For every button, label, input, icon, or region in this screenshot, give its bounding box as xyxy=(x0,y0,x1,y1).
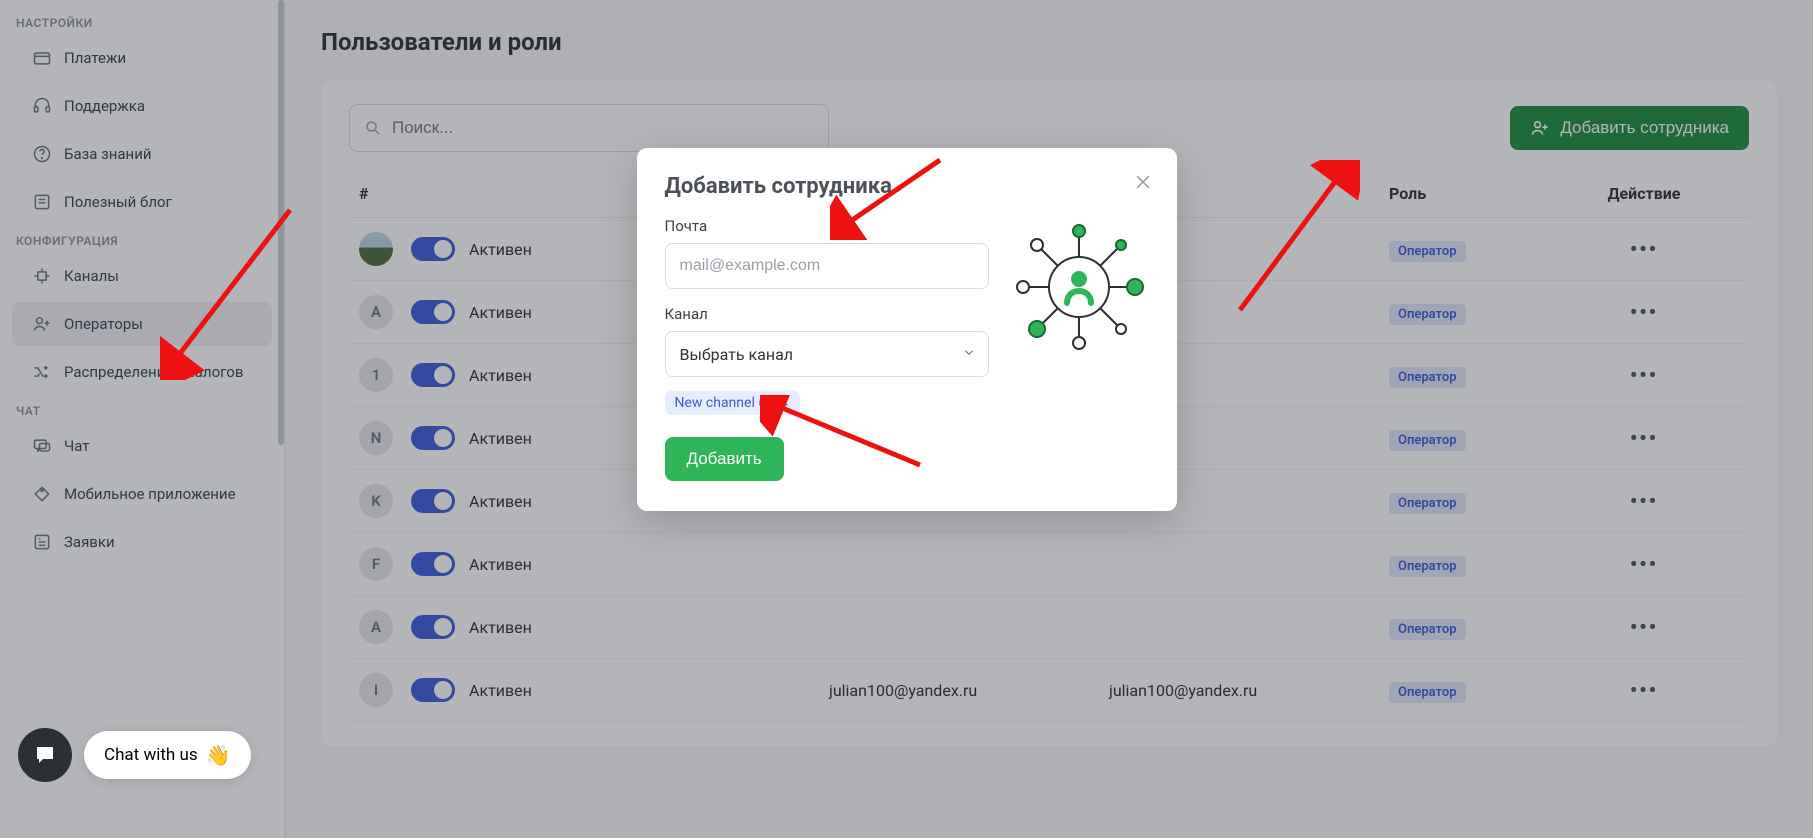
email-field[interactable] xyxy=(665,243,989,289)
chat-widget: Chat with us 👋 xyxy=(18,728,251,782)
wave-emoji-icon: 👋 xyxy=(206,743,231,767)
chat-bubble-icon xyxy=(33,743,57,767)
annotation-arrow xyxy=(1230,160,1360,320)
chevron-down-icon xyxy=(962,345,976,364)
channel-chip-label: New channel (-) xyxy=(675,395,772,411)
submit-button[interactable]: Добавить xyxy=(665,437,784,481)
chat-launcher-button[interactable] xyxy=(18,728,72,782)
annotation-arrow xyxy=(160,200,300,380)
close-button[interactable] xyxy=(1131,170,1155,194)
modal-title: Добавить сотрудника xyxy=(665,174,1149,199)
chat-pill-label: Chat with us xyxy=(104,745,198,765)
add-employee-modal: Добавить сотрудника Почта Канал Выбрать … xyxy=(637,148,1177,511)
chip-remove-icon[interactable]: ✕ xyxy=(778,395,790,411)
channel-select-value: Выбрать канал xyxy=(680,345,794,364)
modal-overlay[interactable]: Добавить сотрудника Почта Канал Выбрать … xyxy=(0,0,1813,838)
email-label: Почта xyxy=(665,217,989,235)
network-illustration xyxy=(1009,217,1149,357)
close-icon xyxy=(1133,172,1153,192)
chat-pill[interactable]: Chat with us 👋 xyxy=(84,731,251,779)
channel-select[interactable]: Выбрать канал xyxy=(665,331,989,377)
channel-chip[interactable]: New channel (-) ✕ xyxy=(665,391,800,415)
channel-label: Канал xyxy=(665,305,989,323)
